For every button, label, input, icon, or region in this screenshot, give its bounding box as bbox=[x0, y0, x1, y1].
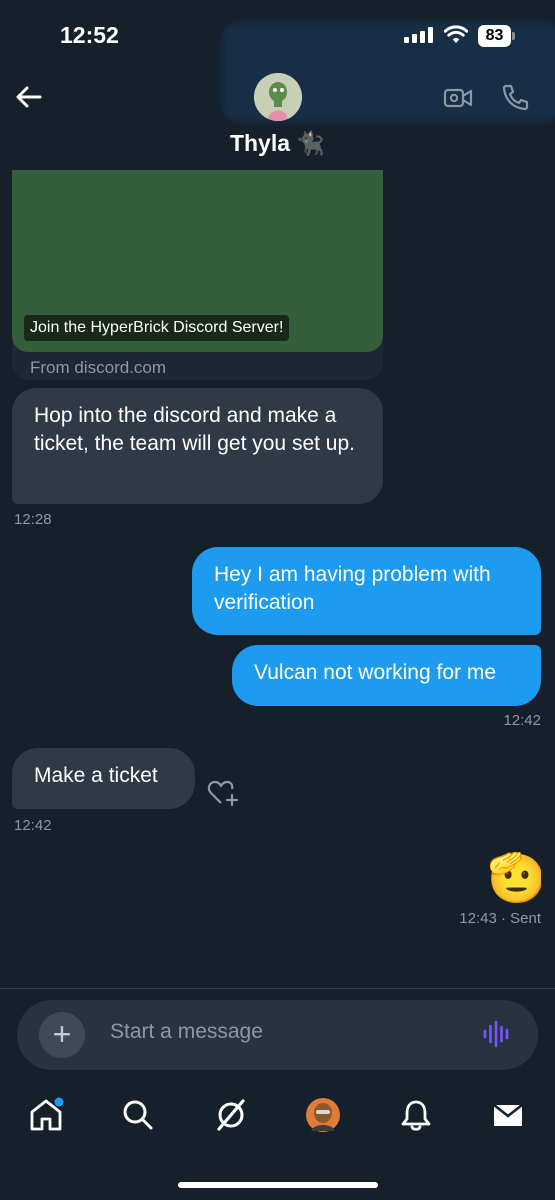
home-icon[interactable] bbox=[28, 1097, 64, 1133]
composer-divider bbox=[0, 988, 555, 989]
battery-icon: 83 bbox=[478, 25, 515, 47]
message-text: Make a ticket bbox=[34, 764, 158, 787]
message-bubble-incoming[interactable]: Hop into the discord and make a ticket, … bbox=[12, 388, 383, 504]
status-time: 12:52 bbox=[60, 22, 119, 48]
message-composer[interactable]: + Start a message bbox=[17, 1000, 538, 1070]
back-arrow-icon[interactable] bbox=[14, 82, 44, 112]
message-text: 🫡 bbox=[487, 852, 541, 905]
home-indicator bbox=[178, 1182, 378, 1188]
message-text: Hey I am having problem with verificatio… bbox=[214, 563, 491, 614]
message-bubble-outgoing[interactable]: Vulcan not working for me bbox=[232, 645, 541, 706]
message-text: Vulcan not working for me bbox=[254, 661, 497, 684]
emoji-message[interactable]: 🫡 bbox=[487, 852, 541, 906]
message-input[interactable]: Start a message bbox=[110, 1020, 263, 1044]
video-call-icon[interactable] bbox=[443, 86, 473, 110]
wifi-icon bbox=[444, 25, 468, 43]
message-timestamp: 12:42 bbox=[14, 817, 52, 834]
cellular-signal-icon bbox=[404, 27, 434, 43]
link-preview-caption: Join the HyperBrick Discord Server! bbox=[24, 315, 290, 341]
message-bubble-outgoing[interactable]: Hey I am having problem with verificatio… bbox=[192, 547, 541, 635]
status-bar: 12:52 83 bbox=[0, 0, 555, 70]
contact-avatar[interactable] bbox=[254, 73, 302, 121]
link-preview-image[interactable]: Join the HyperBrick Discord Server! bbox=[12, 170, 383, 352]
phone-call-icon[interactable] bbox=[500, 82, 530, 112]
message-timestamp: 12:28 bbox=[14, 511, 52, 528]
search-icon[interactable] bbox=[120, 1097, 156, 1133]
link-preview-domain: From discord.com bbox=[30, 358, 167, 377]
profile-avatar-icon[interactable] bbox=[305, 1097, 341, 1133]
voice-message-icon[interactable] bbox=[482, 1019, 512, 1049]
contact-name[interactable]: Thyla 🐈‍⬛ bbox=[0, 130, 555, 157]
message-bubble-incoming[interactable]: Make a ticket bbox=[12, 748, 195, 809]
grok-icon[interactable] bbox=[213, 1097, 249, 1133]
messages-mail-icon[interactable] bbox=[490, 1097, 526, 1133]
link-preview-card[interactable]: Join the HyperBrick Discord Server! From… bbox=[12, 170, 383, 380]
notifications-bell-icon[interactable] bbox=[398, 1097, 434, 1133]
message-timestamp: 12:42 bbox=[503, 712, 541, 729]
message-timestamp-sent: 12:43 · Sent bbox=[459, 910, 541, 927]
message-text: Hop into the discord and make a ticket, … bbox=[34, 404, 355, 455]
add-reaction-heart-icon[interactable] bbox=[206, 778, 240, 808]
add-media-button[interactable]: + bbox=[39, 1012, 85, 1058]
battery-level: 83 bbox=[478, 25, 511, 47]
notification-badge bbox=[54, 1097, 64, 1107]
